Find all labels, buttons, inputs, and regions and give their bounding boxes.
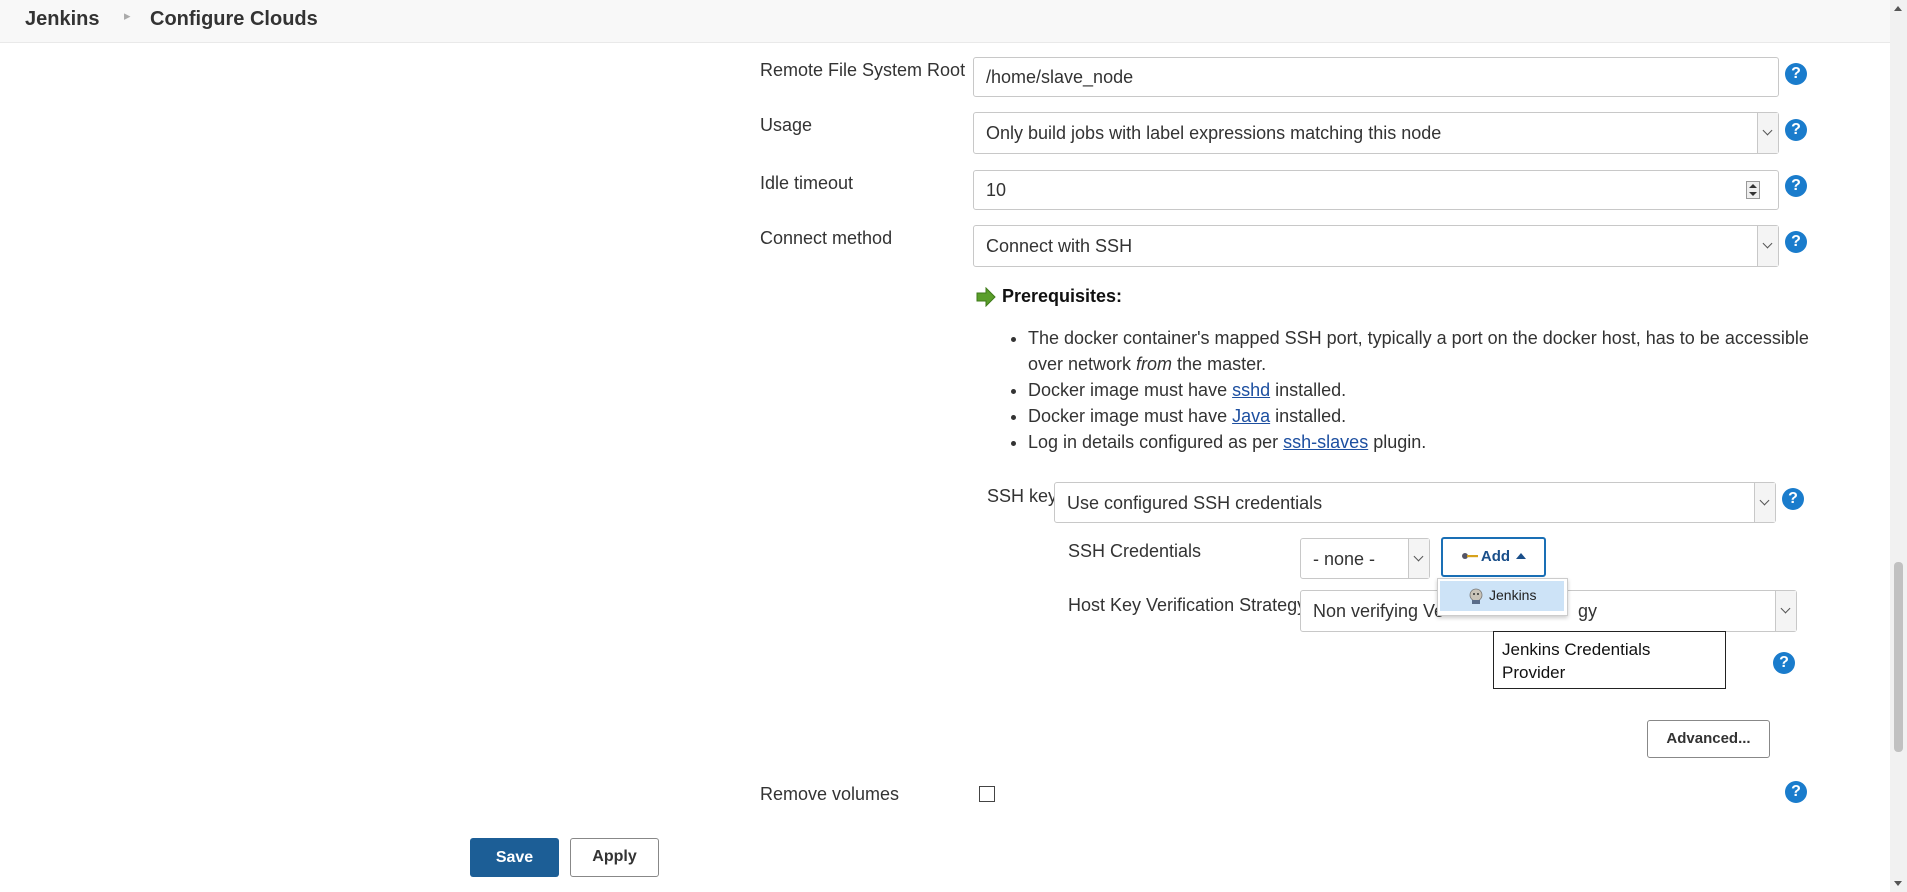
apply-button[interactable]: Apply <box>570 838 659 877</box>
host-key-value-left: Non verifying Ve <box>1313 601 1445 621</box>
breadcrumb-home[interactable]: Jenkins <box>25 8 99 31</box>
list-item: The docker container's mapped SSH port, … <box>1028 325 1828 377</box>
prerequisites-list: The docker container's mapped SSH port, … <box>1000 325 1828 455</box>
connect-method-select[interactable]: Connect with SSH <box>973 225 1779 267</box>
caret-up-icon <box>1516 553 1527 559</box>
usage-label: Usage <box>760 115 813 135</box>
idle-timeout-input[interactable]: 10 <box>973 170 1779 210</box>
chevron-down-icon <box>1754 483 1775 522</box>
host-key-value-right: gy <box>1578 601 1598 621</box>
key-icon <box>1461 553 1478 559</box>
list-item: Docker image must have sshd installed. <box>1028 377 1828 403</box>
scroll-up-icon[interactable] <box>1894 6 1902 11</box>
scroll-thumb[interactable] <box>1894 562 1903 752</box>
ssh-key-label: SSH key <box>987 486 1058 506</box>
chevron-down-icon <box>1775 591 1796 631</box>
ssh-credentials-label: SSH Credentials <box>1068 541 1202 561</box>
java-link[interactable]: Java <box>1232 406 1270 426</box>
ssh-key-select[interactable]: Use configured SSH credentials <box>1054 482 1776 523</box>
jenkins-icon <box>1469 588 1483 604</box>
idle-timeout-value: 10 <box>986 180 1007 200</box>
remote-fs-root-value: /home/slave_node <box>986 67 1134 87</box>
help-icon[interactable]: ? <box>1785 231 1807 253</box>
menu-item-jenkins[interactable]: Jenkins <box>1440 581 1564 611</box>
help-icon[interactable]: ? <box>1773 652 1795 674</box>
ssh-key-value: Use configured SSH credentials <box>1067 493 1323 513</box>
ssh-credentials-value: - none - <box>1313 549 1376 569</box>
ssh-slaves-link[interactable]: ssh-slaves <box>1283 432 1368 452</box>
connect-method-label: Connect method <box>760 228 893 248</box>
sshd-link[interactable]: sshd <box>1232 380 1270 400</box>
help-icon[interactable]: ? <box>1782 488 1804 510</box>
connect-method-value: Connect with SSH <box>986 236 1133 256</box>
help-icon[interactable]: ? <box>1785 781 1807 803</box>
ssh-credentials-select[interactable]: - none - <box>1300 538 1430 579</box>
chevron-down-icon <box>1408 539 1429 578</box>
breadcrumb-current[interactable]: Configure Clouds <box>150 8 318 31</box>
help-icon[interactable]: ? <box>1785 63 1807 85</box>
save-button[interactable]: Save <box>470 838 559 877</box>
tooltip: Jenkins Credentials Provider <box>1493 631 1726 689</box>
usage-select[interactable]: Only build jobs with label expressions m… <box>973 112 1779 154</box>
list-item: Docker image must have Java installed. <box>1028 403 1828 429</box>
breadcrumb-separator-icon: ▸ <box>124 8 131 23</box>
list-item: Log in details configured as per ssh-sla… <box>1028 429 1828 455</box>
number-spinner-icon[interactable] <box>1746 181 1760 199</box>
idle-timeout-label: Idle timeout <box>760 173 854 193</box>
arrow-right-icon <box>976 287 996 307</box>
breadcrumb-bar: Jenkins ▸ Configure Clouds <box>0 0 1890 43</box>
help-icon[interactable]: ? <box>1785 119 1807 141</box>
remote-fs-root-input[interactable]: /home/slave_node <box>973 57 1779 97</box>
help-icon[interactable]: ? <box>1785 175 1807 197</box>
remove-volumes-checkbox[interactable] <box>979 786 995 802</box>
add-credentials-menu: Jenkins <box>1437 578 1568 616</box>
menu-item-label: Jenkins <box>1489 587 1537 603</box>
chevron-down-icon <box>1757 226 1778 266</box>
remove-volumes-label: Remove volumes <box>760 784 900 804</box>
advanced-button[interactable]: Advanced... <box>1647 720 1770 758</box>
remote-fs-root-label: Remote File System Root <box>760 60 966 80</box>
prerequisites-title: Prerequisites: <box>1002 286 1123 306</box>
scroll-down-icon[interactable] <box>1894 881 1902 886</box>
scrollbar[interactable] <box>1890 0 1907 892</box>
chevron-down-icon <box>1757 113 1778 153</box>
host-key-label: Host Key Verification Strategy <box>1068 595 1307 615</box>
add-credentials-button[interactable]: Add <box>1441 537 1546 577</box>
usage-value: Only build jobs with label expressions m… <box>986 123 1442 143</box>
